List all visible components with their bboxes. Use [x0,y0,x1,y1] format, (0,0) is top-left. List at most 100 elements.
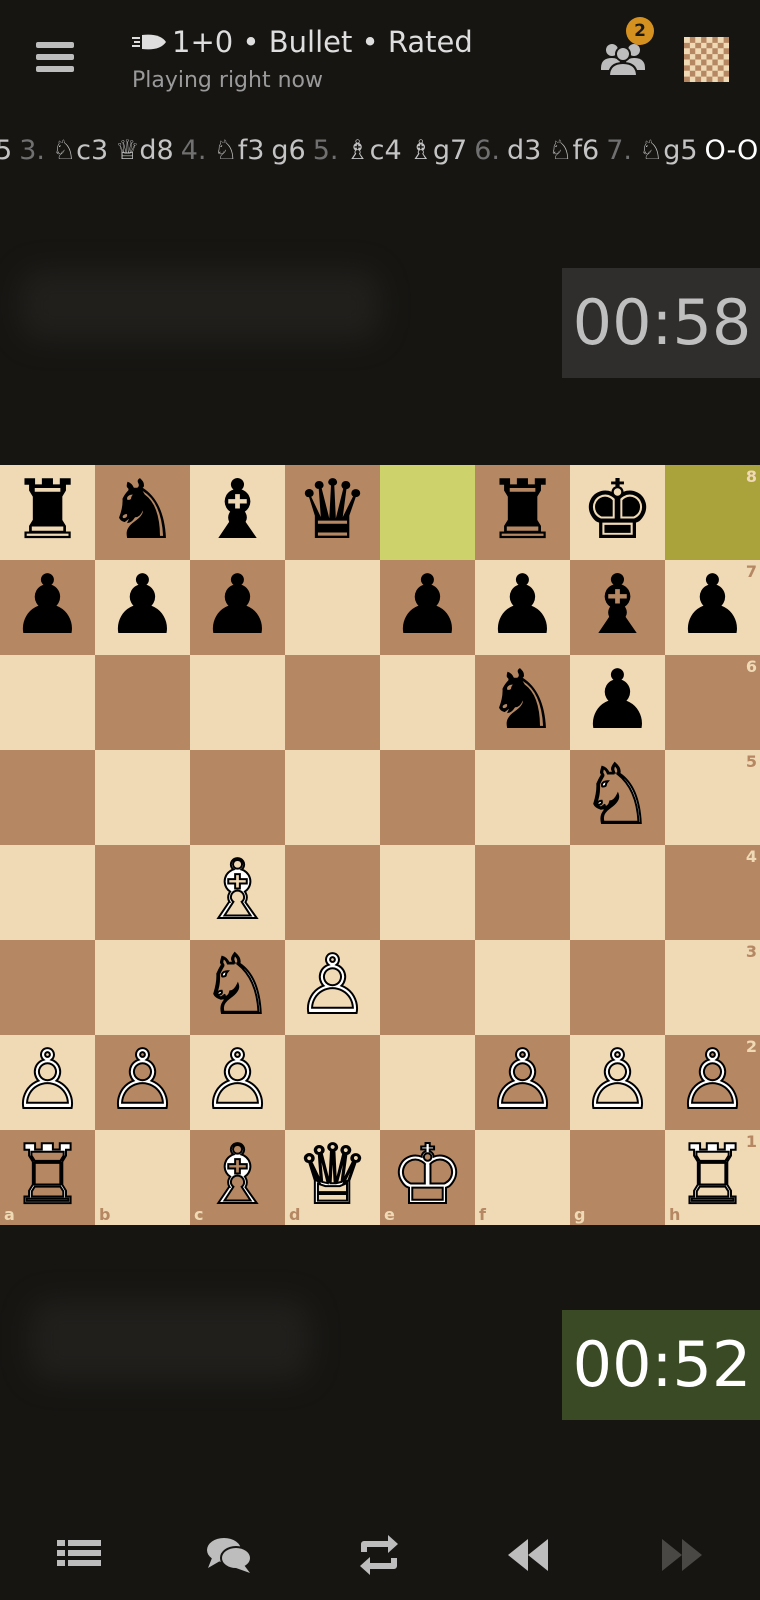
move[interactable]: ♗g7 [409,128,468,174]
chess-board[interactable]: ♜ ♞ ♝ ♛ ♜ ♚ 8 ♟ ♟ ♟ ♟ ♟ ♝ ♟ 7 ♞ ♟ 6 ♘ 5 ♗ 4 ♘ ♙ 3 ♙ ♙ ♙ ♙ ♙ ♙ 2 ♖ a b ♗ c ♕ d ♔… [0,465,760,1225]
square-c8[interactable]: ♝ [190,465,285,560]
square-c7[interactable]: ♟ [190,560,285,655]
white-piece-c3[interactable]: ♘ [190,939,285,1035]
square-b6[interactable] [95,655,190,750]
square-g7[interactable]: ♝ [570,560,665,655]
square-g1[interactable]: g [570,1130,665,1225]
black-piece-b8[interactable]: ♞ [95,465,190,560]
square-d1[interactable]: ♕ d [285,1129,380,1225]
square-f1[interactable]: f [475,1130,570,1225]
square-h8[interactable]: 8 [665,465,760,560]
square-b4[interactable] [95,845,190,940]
square-a4[interactable] [0,845,95,940]
move[interactable]: ♘g5 [639,128,698,174]
white-piece-d3[interactable]: ♙ [285,939,380,1035]
square-b7[interactable]: ♟ [95,560,190,655]
square-e7[interactable]: ♟ [380,560,475,655]
black-piece-f8[interactable]: ♜ [475,465,570,560]
board-icon[interactable] [684,37,729,82]
square-f8[interactable]: ♜ [475,465,570,560]
square-a5[interactable] [0,750,95,845]
square-h3[interactable]: 3 [665,940,760,1035]
square-c3[interactable]: ♘ [190,939,285,1035]
move[interactable]: d3 [507,128,541,174]
white-piece-g5[interactable]: ♘ [570,749,665,845]
square-c2[interactable]: ♙ [190,1034,285,1130]
square-d7[interactable] [285,560,380,655]
square-d4[interactable] [285,845,380,940]
white-piece-f2[interactable]: ♙ [475,1034,570,1130]
square-h5[interactable]: 5 [665,750,760,845]
square-c1[interactable]: ♗ c [190,1129,285,1225]
white-piece-c1[interactable]: ♗ [190,1129,285,1225]
square-h7[interactable]: ♟ 7 [665,560,760,655]
square-d2[interactable] [285,1035,380,1130]
square-g4[interactable] [570,845,665,940]
move[interactable]: g6 [271,128,305,174]
square-a7[interactable]: ♟ [0,560,95,655]
move[interactable]: ♕d8 [115,128,174,174]
square-e4[interactable] [380,845,475,940]
white-piece-a2[interactable]: ♙ [0,1034,95,1130]
white-piece-g2[interactable]: ♙ [570,1034,665,1130]
square-b5[interactable] [95,750,190,845]
white-piece-b2[interactable]: ♙ [95,1034,190,1130]
black-piece-g7[interactable]: ♝ [570,560,665,655]
square-f6[interactable]: ♞ [475,655,570,750]
square-h6[interactable]: 6 [665,655,760,750]
square-d6[interactable] [285,655,380,750]
square-a8[interactable]: ♜ [0,465,95,560]
square-e5[interactable] [380,750,475,845]
square-h1[interactable]: ♖ 1 h [665,1129,760,1225]
black-piece-e7[interactable]: ♟ [380,560,475,655]
square-d5[interactable] [285,750,380,845]
square-c6[interactable] [190,655,285,750]
square-e2[interactable] [380,1035,475,1130]
square-f2[interactable]: ♙ [475,1034,570,1130]
black-piece-d8[interactable]: ♛ [285,465,380,560]
square-e6[interactable] [380,655,475,750]
move[interactable]: ♘f6 [548,128,599,174]
square-b2[interactable]: ♙ [95,1034,190,1130]
flip-board-icon[interactable] [354,1532,404,1578]
square-d8[interactable]: ♛ [285,465,380,560]
square-g8[interactable]: ♚ [570,465,665,560]
black-piece-g6[interactable]: ♟ [570,655,665,750]
square-e3[interactable] [380,940,475,1035]
square-c4[interactable]: ♗ [190,844,285,940]
move[interactable]: ♗c4 [345,128,401,174]
white-piece-c4[interactable]: ♗ [190,844,285,940]
list-icon[interactable] [54,1532,104,1578]
square-g6[interactable]: ♟ [570,655,665,750]
white-piece-c2[interactable]: ♙ [190,1034,285,1130]
chat-icon[interactable] [204,1532,254,1578]
square-g2[interactable]: ♙ [570,1034,665,1130]
black-piece-f6[interactable]: ♞ [475,655,570,750]
rewind-icon[interactable] [504,1532,554,1578]
square-g5[interactable]: ♘ [570,749,665,845]
move[interactable]: 5 [0,128,12,174]
current-move[interactable]: O-O [705,128,759,174]
square-f5[interactable] [475,750,570,845]
move[interactable]: ♘f3 [213,128,264,174]
hamburger-icon[interactable] [36,42,74,74]
square-g3[interactable] [570,940,665,1035]
square-b3[interactable] [95,940,190,1035]
square-h2[interactable]: ♙ 2 [665,1034,760,1130]
black-piece-c7[interactable]: ♟ [190,560,285,655]
square-h4[interactable]: 4 [665,845,760,940]
square-a2[interactable]: ♙ [0,1034,95,1130]
square-e8[interactable] [380,465,475,560]
move-list[interactable]: 5 3. ♘c3 ♕d8 4. ♘f3 g6 5. ♗c4 ♗g7 6. d3 ♘f6 7. ♘g5 O-O [0,128,760,174]
black-piece-c8[interactable]: ♝ [190,465,285,560]
square-a3[interactable] [0,940,95,1035]
square-f7[interactable]: ♟ [475,560,570,655]
black-piece-a8[interactable]: ♜ [0,465,95,560]
forward-icon[interactable] [656,1532,706,1578]
black-piece-f7[interactable]: ♟ [475,560,570,655]
square-c5[interactable] [190,750,285,845]
black-piece-a7[interactable]: ♟ [0,560,95,655]
square-a1[interactable]: ♖ a [0,1129,95,1225]
square-f3[interactable] [475,940,570,1035]
black-piece-g8[interactable]: ♚ [570,465,665,560]
